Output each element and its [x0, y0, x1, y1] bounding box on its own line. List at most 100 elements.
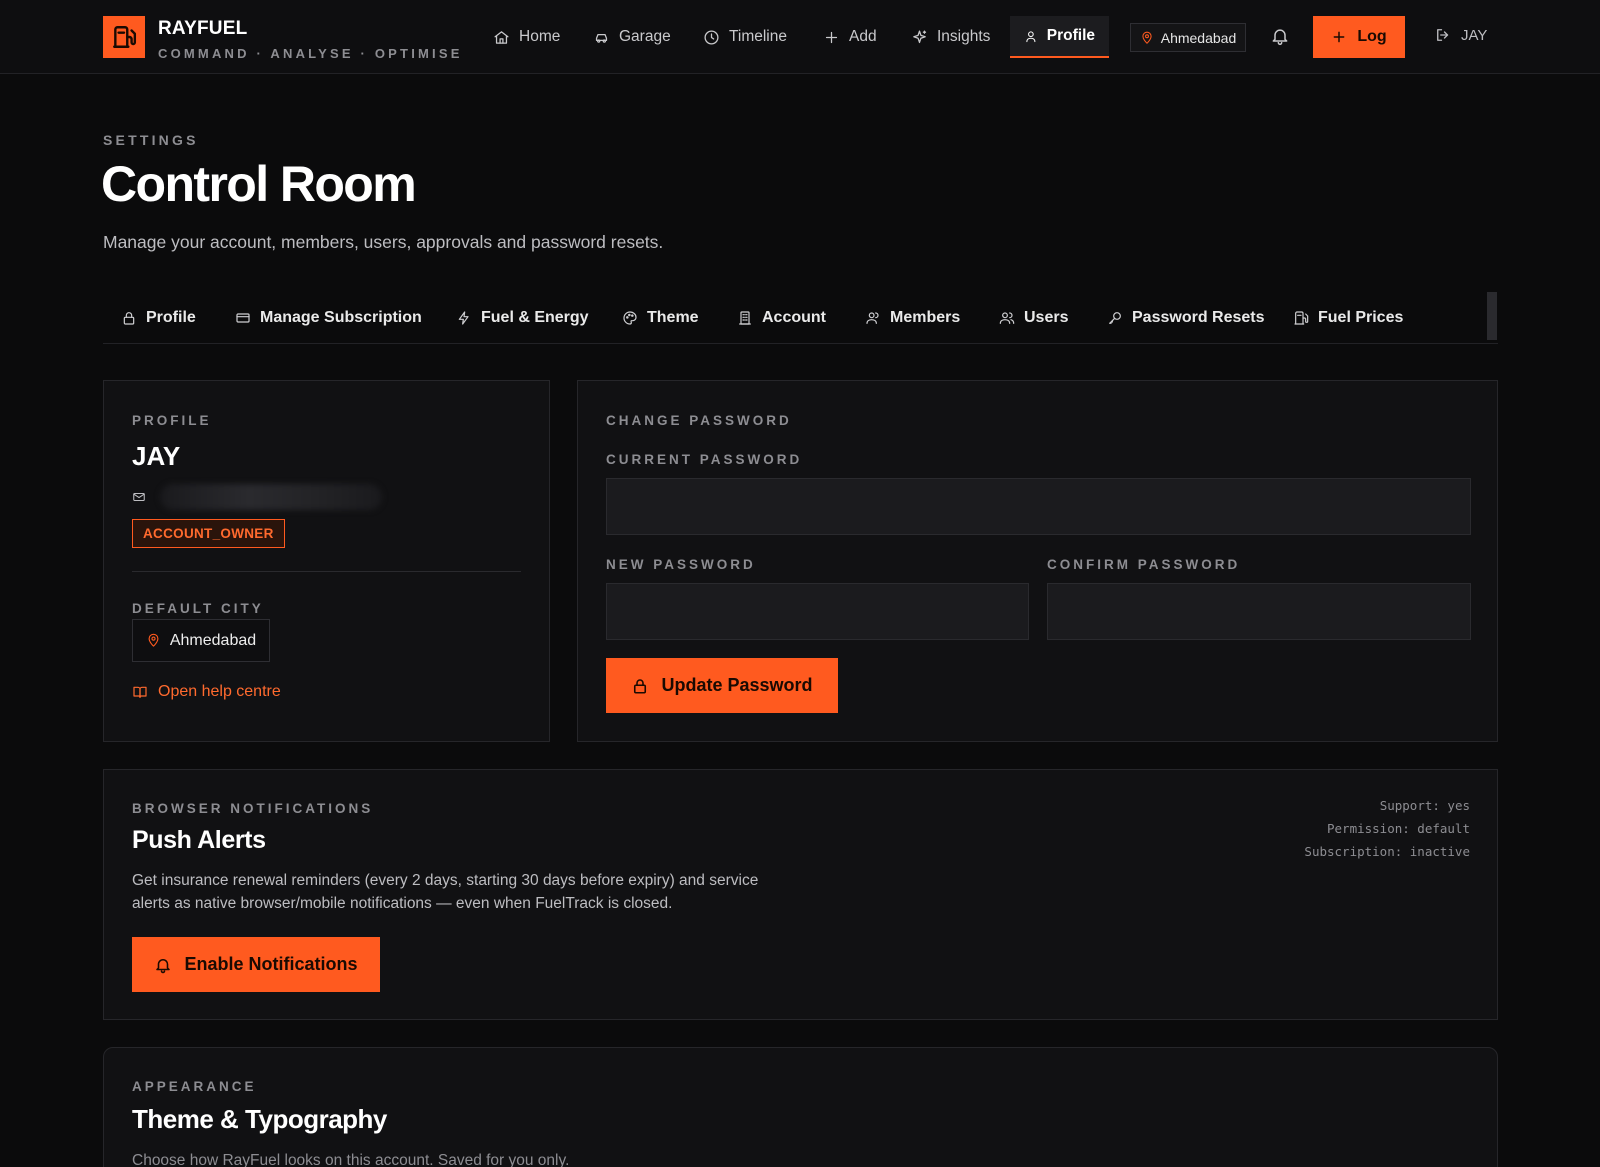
tab-password-resets[interactable]: Password Resets [1107, 292, 1265, 344]
fuel-pump-icon[interactable] [103, 16, 145, 58]
nav-garage[interactable]: Garage [579, 16, 685, 58]
mail-icon [133, 492, 145, 502]
building-icon [739, 311, 751, 325]
tab-members-label: Members [890, 309, 961, 326]
update-password-button[interactable]: Update Password [606, 658, 838, 713]
profile-name: JAY [132, 441, 181, 471]
page-subtitle: Manage your account, members, users, app… [103, 232, 664, 252]
help-centre-link[interactable]: Open help centre [132, 683, 281, 701]
current-user-name: JAY [1461, 26, 1488, 44]
update-password-label: Update Password [661, 675, 813, 695]
city-selector[interactable]: Ahmedabad [1130, 23, 1246, 52]
lock-icon [123, 312, 135, 325]
nav-garage-label: Garage [619, 28, 671, 45]
nav-add[interactable]: Add [809, 16, 891, 58]
nav-insights-label: Insights [937, 28, 991, 45]
profile-eyebrow: PROFILE [132, 413, 212, 428]
nav-home[interactable]: Home [479, 16, 574, 58]
clock-icon [704, 29, 719, 45]
tab-members[interactable]: Members [865, 292, 960, 344]
role-badge: ACCOUNT_OWNER [132, 519, 285, 548]
nav-add-label: Add [849, 28, 877, 45]
tab-theme[interactable]: Theme [622, 292, 699, 344]
tab-users-label: Users [1024, 309, 1069, 326]
plus-icon [825, 31, 838, 43]
tab-fuel-energy-label: Fuel & Energy [481, 309, 589, 326]
brand-name[interactable]: RAYFUEL [158, 18, 247, 40]
push-alerts-title: Push Alerts [132, 826, 266, 854]
default-city-selector[interactable]: Ahmedabad [132, 619, 270, 662]
nav-profile-label: Profile [1046, 27, 1095, 44]
user-icon [1026, 30, 1036, 42]
tab-manage-subscription-label: Manage Subscription [260, 309, 422, 326]
tab-manage-subscription[interactable]: Manage Subscription [235, 292, 422, 344]
bell-icon [156, 958, 171, 973]
change-password-eyebrow: CHANGE PASSWORD [606, 413, 792, 428]
map-pin-icon [148, 633, 159, 647]
theme-typography-title: Theme & Typography [132, 1104, 387, 1134]
page-title: Control Room [101, 156, 417, 212]
current-password-label: CURRENT PASSWORD [606, 452, 803, 467]
credit-card-icon [236, 313, 250, 323]
confirm-password-label: CONFIRM PASSWORD [1047, 557, 1241, 572]
profile-divider [132, 571, 521, 572]
profile-email-redacted [160, 484, 382, 510]
car-icon [595, 33, 608, 43]
users-icon [866, 312, 879, 324]
push-alerts-description: Get insurance renewal reminders (every 2… [132, 872, 759, 912]
city-selector-label: Ahmedabad [1160, 29, 1237, 46]
support-status: Support: yes [1379, 798, 1470, 813]
brand-tagline: COMMAND · ANALYSE · OPTIMISE [158, 46, 463, 61]
tab-password-resets-label: Password Resets [1132, 309, 1265, 326]
nav-home-label: Home [519, 28, 561, 45]
tab-fuel-prices-label: Fuel Prices [1318, 309, 1404, 326]
appearance-card: APPEARANCE Theme & Typography Choose how… [103, 1047, 1498, 1167]
nav-insights[interactable]: Insights [897, 16, 1004, 58]
sparkle-icon [913, 29, 927, 43]
book-open-icon [133, 686, 147, 698]
current-password-input[interactable] [606, 478, 1471, 535]
users-icon [999, 312, 1015, 324]
confirm-password-input[interactable] [1047, 583, 1471, 640]
lock-icon [634, 678, 647, 694]
notifications-bell-icon[interactable] [1270, 26, 1290, 46]
theme-typography-description: Choose how RayFuel looks on this account… [132, 1152, 570, 1167]
tab-fuel-energy[interactable]: Fuel & Energy [456, 292, 589, 344]
new-password-input[interactable] [606, 583, 1029, 640]
nav-timeline[interactable]: Timeline [689, 16, 801, 58]
new-password-label: NEW PASSWORD [606, 557, 756, 572]
top-navigation-bar: RAYFUEL COMMAND · ANALYSE · OPTIMISE Hom… [0, 0, 1600, 74]
enable-notifications-button[interactable]: Enable Notifications [132, 937, 380, 992]
logout-button[interactable]: JAY [1434, 26, 1487, 44]
tab-profile[interactable]: Profile [121, 292, 196, 344]
tabs-scrollbar[interactable] [1487, 292, 1497, 340]
tab-account-label: Account [762, 309, 826, 326]
palette-icon [623, 311, 637, 325]
bolt-icon [458, 311, 469, 325]
tab-profile-label: Profile [146, 309, 196, 326]
log-button[interactable]: Log [1313, 16, 1405, 58]
map-pin-icon [1142, 31, 1152, 44]
tab-theme-label: Theme [647, 309, 699, 326]
profile-email-row [132, 484, 382, 510]
nav-timeline-label: Timeline [729, 28, 787, 45]
tab-fuel-prices[interactable]: Fuel Prices [1293, 292, 1403, 344]
permission-status: Permission: default [1327, 821, 1470, 836]
notifications-eyebrow: BROWSER NOTIFICATIONS [132, 801, 374, 816]
logout-icon [1437, 29, 1449, 41]
default-city-label: DEFAULT CITY [132, 601, 264, 616]
home-icon [494, 30, 509, 44]
default-city-value: Ahmedabad [169, 631, 257, 649]
page-eyebrow: SETTINGS [103, 132, 199, 148]
tab-account[interactable]: Account [737, 292, 826, 344]
nav-profile[interactable]: Profile [1010, 16, 1109, 58]
push-alerts-card: BROWSER NOTIFICATIONS Push Alerts Get in… [103, 769, 1498, 1020]
help-centre-label: Open help centre [158, 683, 281, 700]
subscription-status: Subscription: inactive [1304, 844, 1470, 859]
plus-icon [1333, 31, 1345, 43]
appearance-eyebrow: APPEARANCE [132, 1079, 257, 1094]
enable-notifications-label: Enable Notifications [184, 954, 358, 974]
tab-users[interactable]: Users [999, 292, 1068, 344]
profile-card: PROFILE JAY ACCOUNT_OWNER DEFAULT CITY A… [103, 380, 550, 742]
settings-tabs: Profile Manage Subscription Fuel & Energ… [103, 292, 1498, 344]
